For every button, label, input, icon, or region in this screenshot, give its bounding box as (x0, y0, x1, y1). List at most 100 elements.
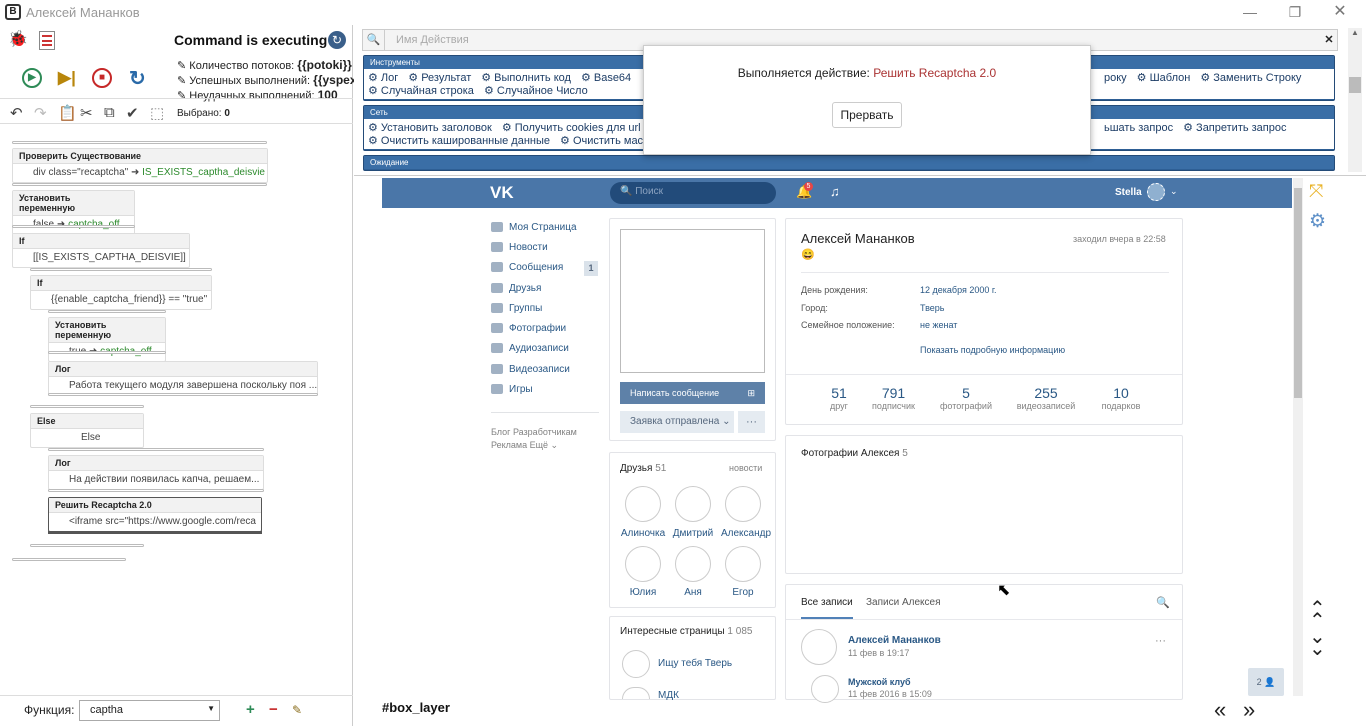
menu-news[interactable]: Новости (491, 242, 548, 253)
menu-audio[interactable]: Аудиозаписи (491, 343, 569, 354)
repost-author[interactable]: Мужской клуб (848, 677, 911, 687)
paste-icon[interactable]: 📋 (58, 104, 77, 122)
profile-photo[interactable] (620, 229, 765, 373)
counter-photos[interactable]: 5 фотографий (936, 385, 996, 411)
node-if-friend[interactable]: If {{enable_captcha_friend}} == "true" (30, 275, 212, 310)
node-if-exists[interactable]: If [[IS_EXISTS_CAPTHA_DEISVIE]] (12, 233, 190, 268)
friend-avatar[interactable] (725, 486, 761, 522)
write-message-button[interactable]: Написать сообщение ⊞ (620, 382, 765, 404)
node-log-2[interactable]: Лог На действии появилась капча, решаем.… (48, 455, 264, 490)
user-avatar[interactable] (1147, 183, 1165, 201)
remove-function-button[interactable]: − (269, 701, 278, 718)
chevron-down-icon[interactable]: ⌄ (1170, 186, 1178, 197)
function-select[interactable]: captha ▼ (79, 700, 220, 721)
friend-avatar[interactable] (675, 546, 711, 582)
menu-friends[interactable]: Друзья (491, 283, 541, 294)
cut-icon[interactable]: ✂ (80, 104, 93, 122)
post-author[interactable]: Алексей Мананков (848, 635, 941, 646)
family-value[interactable]: не женат (920, 320, 957, 330)
friend-avatar[interactable] (625, 486, 661, 522)
search-icon[interactable]: 🔍 (1156, 596, 1170, 609)
step-button[interactable]: ▶| (58, 68, 76, 88)
menu-photos[interactable]: Фотографии (491, 323, 566, 334)
node-set-variable-2[interactable]: Установить переменную true ➜ captcha_off (48, 317, 166, 362)
more-info-link[interactable]: Показать подробную информацию (920, 345, 1065, 355)
prev-icon[interactable]: « (1214, 697, 1226, 723)
add-function-button[interactable]: + (246, 701, 255, 718)
counter-friends[interactable]: 51 друг (814, 385, 864, 411)
counter-followers[interactable]: 791 подписчик (866, 385, 921, 411)
bug-icon[interactable]: 🐞 (7, 29, 29, 51)
actions-scrollbar[interactable]: ▲ (1348, 28, 1362, 172)
check-icon[interactable]: ✔ (126, 104, 139, 122)
close-button[interactable]: ✕ (1320, 2, 1360, 22)
restart-button[interactable]: ↻ (129, 66, 146, 91)
next-icon[interactable]: » (1243, 697, 1255, 723)
node-else[interactable]: Else Else (30, 413, 144, 448)
repost-avatar[interactable] (811, 675, 839, 703)
friend-name[interactable]: Дмитрий (668, 528, 718, 539)
post-date[interactable]: 11 фев в 19:17 (848, 648, 909, 658)
play-button[interactable]: ▶ (22, 68, 42, 88)
log-icon[interactable] (39, 31, 55, 50)
friend-name[interactable]: Александр (718, 528, 774, 539)
scroll-down-icon[interactable]: ⌄ ⌄ (1309, 627, 1326, 659)
more-actions-button[interactable]: ··· (738, 411, 765, 433)
friend-name[interactable]: Егор (718, 587, 768, 598)
post-avatar[interactable] (801, 629, 837, 665)
menu-video[interactable]: Видеозаписи (491, 364, 570, 375)
music-icon[interactable]: ♫ (830, 184, 840, 199)
abort-button[interactable]: Прервать (832, 102, 902, 128)
friend-name[interactable]: Алиночка (618, 528, 668, 539)
vk-username[interactable]: Stella (1115, 187, 1142, 198)
menu-games[interactable]: Игры (491, 384, 533, 395)
online-friends-badge[interactable]: 2 👤 (1248, 668, 1284, 696)
menu-my-page[interactable]: Моя Страница (491, 222, 577, 233)
repost-date[interactable]: 11 фев 2016 в 15:09 (848, 689, 932, 699)
friends-news-link[interactable]: новости (729, 463, 762, 473)
node-log[interactable]: Лог Работа текущего модуля завершена пос… (48, 361, 318, 396)
counter-gifts[interactable]: 10 подарков (1091, 385, 1151, 411)
vk-search-input[interactable]: 🔍 Поиск (610, 182, 776, 204)
friend-name[interactable]: Аня (668, 587, 718, 598)
page-avatar[interactable] (622, 650, 650, 678)
maximize-button[interactable]: ❐ (1275, 2, 1315, 22)
request-sent-button[interactable]: Заявка отправлена ⌄ (620, 411, 734, 433)
scroll-up-icon[interactable]: ⌃ ⌃ (1309, 599, 1326, 631)
minimize-button[interactable]: — (1230, 2, 1270, 22)
node-set-variable[interactable]: Установить переменную false ➜ captcha_of… (12, 190, 135, 235)
friend-avatar[interactable] (725, 546, 761, 582)
tab-his-posts[interactable]: Записи Алексея (866, 597, 941, 608)
gear-icon[interactable]: ⚙ (1309, 210, 1326, 233)
resize-icon[interactable]: ⤧ (1309, 181, 1323, 202)
undo-icon[interactable]: ↶ (10, 104, 23, 122)
footer-links-2[interactable]: Реклама Ещё ⌄ (491, 440, 558, 451)
vk-logo[interactable]: VK (490, 183, 514, 203)
city-value[interactable]: Тверь (920, 303, 944, 313)
edit-function-button[interactable]: ✎ (292, 703, 302, 717)
friend-name[interactable]: Юлия (618, 587, 668, 598)
refresh-icon[interactable]: ↻ (328, 31, 346, 49)
post-menu-icon[interactable]: ··· (1155, 635, 1166, 647)
birthday-value[interactable]: 12 декабря 2000 г. (920, 285, 997, 295)
counter-videos[interactable]: 255 видеозаписей (1011, 385, 1081, 411)
interesting-title: Интересные страницы 1 085 (620, 626, 753, 637)
copy-icon[interactable]: ⧉ (104, 104, 115, 121)
select-all-icon[interactable]: ⬚ (150, 104, 164, 122)
tab-all-posts[interactable]: Все записи (801, 597, 853, 619)
page-avatar[interactable] (622, 687, 650, 699)
page-link[interactable]: Ищу тебя Тверь (658, 658, 732, 669)
friend-avatar[interactable] (625, 546, 661, 582)
stop-button[interactable]: ■ (92, 68, 112, 88)
node-solve-recaptcha[interactable]: Решить Recaptcha 2.0 <iframe src="https:… (48, 497, 262, 532)
redo-icon[interactable]: ↷ (34, 104, 47, 122)
search-input[interactable]: Имя Действия (396, 34, 469, 46)
footer-links-1[interactable]: Блог Разработчикам (491, 427, 577, 437)
page-link[interactable]: МДК (658, 690, 679, 701)
page-scrollbar[interactable] (1293, 178, 1303, 696)
clear-search-icon[interactable]: ✕ (1321, 31, 1337, 49)
node-check-exists[interactable]: Проверить Существование div class="recap… (12, 148, 268, 183)
menu-groups[interactable]: Группы (491, 303, 542, 314)
menu-messages[interactable]: Сообщения (491, 262, 563, 273)
friend-avatar[interactable] (675, 486, 711, 522)
